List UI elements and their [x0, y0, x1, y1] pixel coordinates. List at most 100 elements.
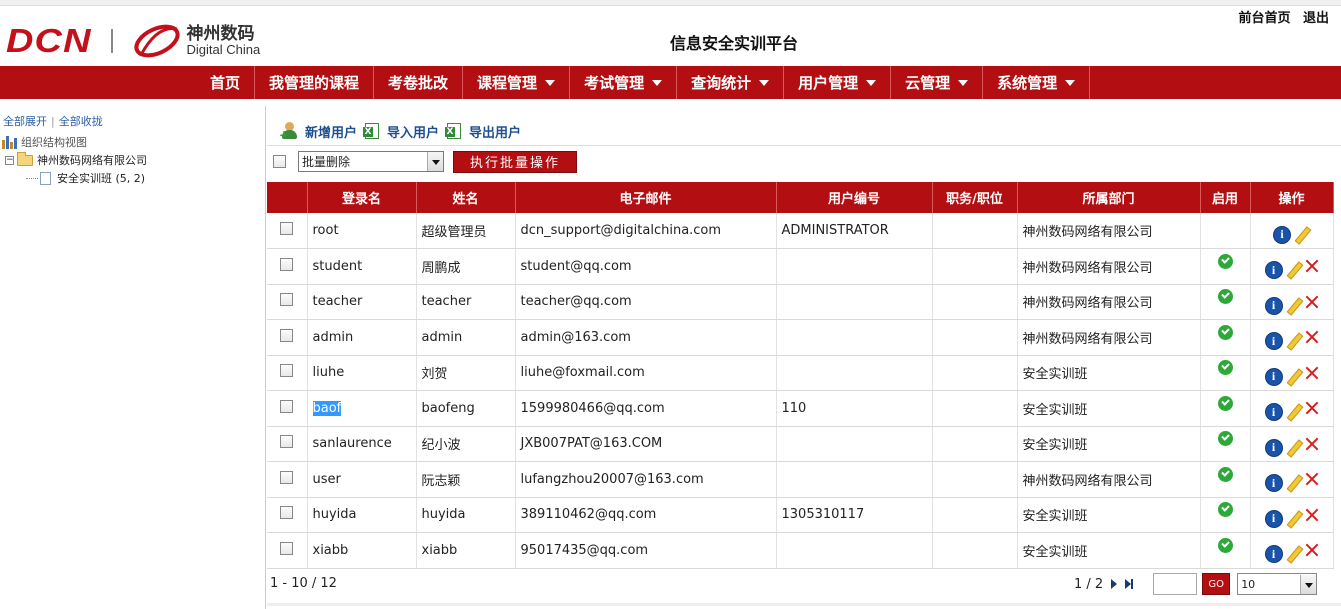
info-icon[interactable]: i [1264, 403, 1283, 422]
edit-pencil-icon[interactable] [1286, 475, 1302, 491]
expand-all-link[interactable]: 全部展开 [3, 115, 47, 128]
table-row[interactable]: sanlaurence 纪小波 JXB007PAT@163.COM 安全实训班 i [267, 426, 1334, 462]
column-header[interactable]: 职务/职位 [932, 182, 1018, 213]
edit-pencil-icon[interactable] [1294, 227, 1310, 243]
page-size-select[interactable]: 10 [1237, 573, 1318, 595]
column-header[interactable]: 姓名 [416, 182, 516, 213]
column-header[interactable]: 用户编号 [776, 182, 933, 213]
execute-batch-button[interactable]: 执行批量操作 [453, 150, 577, 173]
row-checkbox[interactable] [280, 470, 294, 484]
row-checkbox[interactable] [280, 541, 294, 555]
delete-x-icon[interactable] [1305, 472, 1319, 486]
table-row[interactable]: baof baofeng 1599980466@qq.com 110 安全实训班 i [267, 390, 1334, 427]
edit-pencil-icon[interactable] [1286, 404, 1302, 420]
frontpage-link[interactable]: 前台首页 [1238, 11, 1290, 26]
nav-item[interactable]: 考试管理 [570, 66, 678, 99]
page-number-input[interactable] [1153, 573, 1198, 595]
edit-pencil-icon[interactable] [1286, 262, 1302, 278]
column-header[interactable]: 电子邮件 [515, 182, 777, 213]
row-checkbox[interactable] [280, 222, 294, 235]
delete-x-icon[interactable] [1305, 366, 1319, 380]
chevron-down-icon[interactable] [427, 152, 443, 171]
row-checkbox[interactable] [280, 506, 294, 520]
column-header[interactable]: 登录名 [307, 182, 417, 213]
logout-link[interactable]: 退出 [1303, 11, 1329, 26]
import-user-button[interactable]: 导入用户 [363, 122, 439, 141]
tree-node-class[interactable]: 安全实训班 (5, 2) [26, 170, 145, 186]
toolbar-divider [267, 145, 1341, 146]
table-row[interactable]: huyida huyida 389110462@qq.com 1305310117 安全… [267, 497, 1334, 533]
add-user-button[interactable]: + 新增用户 [279, 122, 357, 141]
nav-item[interactable]: 系统管理 [983, 66, 1091, 99]
edit-pencil-icon[interactable] [1286, 369, 1302, 385]
row-checkbox[interactable] [280, 293, 294, 307]
info-icon[interactable]: i [1264, 474, 1283, 493]
tree-root[interactable]: 组织结构视图 [2, 134, 87, 150]
go-button[interactable]: GO [1202, 573, 1231, 595]
nav-item[interactable]: 考卷批改 [374, 66, 464, 99]
edit-pencil-icon[interactable] [1286, 298, 1302, 314]
nav-item[interactable]: 云管理 [891, 66, 984, 99]
info-icon[interactable]: i [1264, 332, 1283, 351]
edit-pencil-icon[interactable] [1286, 546, 1302, 562]
delete-x-icon[interactable] [1305, 330, 1319, 344]
login-cell-text: xiabb [312, 542, 349, 558]
tree-node-org-label[interactable]: 神州数码网络有限公司 [37, 152, 147, 168]
select-all-checkbox[interactable] [273, 155, 286, 168]
delete-x-icon[interactable] [1305, 295, 1319, 309]
table-row[interactable]: teacher teacher teacher@qq.com 神州数码网络有限公司 i [267, 284, 1334, 320]
email-cell: lufangzhou20007@163.com [515, 461, 777, 498]
table-row[interactable]: student 周鹏成 student@qq.com 神州数码网络有限公司 i [267, 248, 1334, 285]
row-actions: i [1251, 218, 1333, 244]
actions-cell: i [1250, 319, 1334, 356]
delete-x-icon[interactable] [1305, 437, 1319, 451]
nav-item[interactable]: 我管理的课程 [255, 66, 375, 99]
batch-action-select[interactable]: 批量删除 [298, 151, 444, 172]
nav-item-label: 考卷批改 [388, 74, 449, 92]
excel-icon [445, 123, 462, 139]
table-row[interactable]: admin admin admin@163.com 神州数码网络有限公司 i [267, 319, 1334, 356]
info-icon[interactable]: i [1264, 296, 1283, 315]
dept-cell: 神州数码网络有限公司 [1017, 213, 1201, 249]
info-icon[interactable]: i [1273, 225, 1291, 244]
row-checkbox[interactable] [280, 328, 294, 342]
nav-item[interactable]: 首页 [196, 66, 256, 99]
export-user-button[interactable]: 导出用户 [445, 122, 521, 141]
row-checkbox[interactable] [280, 399, 294, 413]
row-checkbox[interactable] [280, 364, 294, 378]
info-icon[interactable]: i [1264, 509, 1283, 528]
info-icon[interactable]: i [1264, 545, 1283, 564]
row-checkbox[interactable] [280, 435, 294, 449]
collapse-toggle-icon[interactable]: − [5, 155, 14, 165]
info-icon[interactable]: i [1264, 261, 1283, 280]
table-row[interactable]: xiabb xiabb 95017435@qq.com 安全实训班 i [267, 532, 1334, 569]
table-row[interactable]: root 超级管理员 dcn_support@digitalchina.com ADM… [267, 213, 1334, 249]
nav-item[interactable]: 查询统计 [677, 66, 785, 99]
caret-down-icon [652, 79, 663, 86]
row-checkbox[interactable] [280, 257, 294, 271]
column-header[interactable]: 启用 [1200, 182, 1251, 213]
delete-x-icon[interactable] [1305, 508, 1319, 522]
nav-item[interactable]: 用户管理 [784, 66, 892, 99]
tree-node-org[interactable]: − 神州数码网络有限公司 [5, 151, 147, 168]
column-header: 操作 [1250, 182, 1334, 213]
tree-node-class-label[interactable]: 安全实训班 (5, 2) [57, 170, 145, 186]
delete-x-icon[interactable] [1305, 401, 1319, 415]
edit-pencil-icon[interactable] [1286, 333, 1302, 349]
delete-x-icon[interactable] [1305, 543, 1319, 557]
last-page-icon[interactable] [1125, 579, 1134, 589]
edit-pencil-icon[interactable] [1286, 440, 1302, 456]
nav-item[interactable]: 课程管理 [463, 66, 571, 99]
edit-pencil-icon[interactable] [1286, 511, 1302, 527]
table-row[interactable]: liuhe 刘贺 liuhe@foxmail.com 安全实训班 i [267, 355, 1334, 391]
delete-x-icon[interactable] [1305, 259, 1319, 273]
info-icon[interactable]: i [1264, 438, 1283, 457]
chevron-down-icon[interactable] [1300, 574, 1317, 594]
row-actions: i [1251, 466, 1333, 493]
info-icon[interactable]: i [1264, 367, 1283, 386]
collapse-all-link[interactable]: 全部收拢 [59, 115, 103, 128]
next-page-icon[interactable] [1111, 579, 1118, 589]
column-header[interactable]: 所属部门 [1017, 182, 1201, 213]
actions-cell: i [1250, 532, 1334, 569]
table-row[interactable]: user 阮志颖 lufangzhou20007@163.com 神州数码网络有限公司… [267, 461, 1334, 498]
